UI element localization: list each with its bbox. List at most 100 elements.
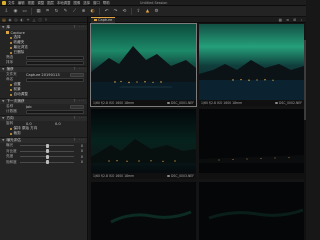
thumbnail[interactable]: 1/60 f/2.8 ISO 1600 18mm DSC_0002.NEF xyxy=(199,24,304,106)
thumbnail[interactable] xyxy=(199,109,304,179)
thumbnail[interactable]: 1/60 f/2.8 ISO 1600 18mm DSC_0001.NEF xyxy=(90,23,197,107)
folder-icon[interactable]: ▭ xyxy=(22,9,27,14)
toolbar-divider xyxy=(131,7,132,15)
browser-scrollbar[interactable] xyxy=(304,40,306,240)
folder-icon xyxy=(94,18,97,22)
thumbnail[interactable] xyxy=(91,182,196,240)
menu-select[interactable]: 选择 xyxy=(83,0,90,5)
saturation-slider[interactable]: 饱和度 0 xyxy=(0,160,87,166)
slider-value[interactable]: 0 xyxy=(76,155,83,159)
collapse-icon[interactable]: ▼ xyxy=(2,25,4,29)
thumbnail-exif: 1/60 f/2.8 ISO 1600 18mm xyxy=(93,101,135,105)
capture-option-label: 自动调整 xyxy=(13,92,28,96)
image-browser: Capture ▦ ≡ ⊞ ⌕ 1/60 f/2.8 ISO 1600 18mm… xyxy=(89,16,306,240)
collapse-icon[interactable]: ▼ xyxy=(2,116,4,120)
capture-tab-icon[interactable]: ◉ xyxy=(8,18,12,22)
orientation-value-b[interactable]: 0.0 xyxy=(55,122,84,126)
library-section-header[interactable]: ▼ 库 ? ··· xyxy=(0,23,87,30)
capture-name-field[interactable] xyxy=(26,77,84,82)
slider-value[interactable]: 0 xyxy=(76,149,83,153)
undo-icon[interactable]: ↶ xyxy=(104,9,109,14)
section-menu-icon[interactable]: ? ··· xyxy=(74,116,85,120)
redo-icon[interactable]: ↷ xyxy=(113,9,118,14)
lens-tab-icon[interactable]: ◎ xyxy=(14,18,18,22)
rotate-icon[interactable]: ↻ xyxy=(54,9,59,14)
option-icon xyxy=(10,83,12,86)
capture-option[interactable]: 自动调整 xyxy=(0,92,87,97)
crop-icon[interactable]: ⌗ xyxy=(45,9,50,14)
menu-window[interactable]: 窗口 xyxy=(93,0,100,5)
slider-track[interactable] xyxy=(20,154,74,159)
menu-local-adjust[interactable]: 本地调整 xyxy=(57,0,71,5)
import-icon[interactable]: ⇩ xyxy=(4,9,9,14)
brush-icon[interactable]: ✎ xyxy=(63,9,68,14)
orientation-option-label: 裁剪 xyxy=(13,131,21,135)
picker-icon[interactable]: ⊕ xyxy=(81,9,86,14)
option-icon xyxy=(10,93,12,96)
next-capture-edit-button[interactable] xyxy=(70,104,84,109)
settings-icon[interactable]: ⚙ xyxy=(154,9,159,14)
orientation-value-a[interactable]: 0.0 xyxy=(26,122,55,126)
menu-layer[interactable]: 图层 xyxy=(47,0,54,5)
menu-adjust[interactable]: 调整 xyxy=(37,0,44,5)
menu-view[interactable]: 视图 xyxy=(28,0,35,5)
output-tab-icon[interactable]: ⇪ xyxy=(44,18,48,22)
thumbnail[interactable]: 1/60 f/2.8 ISO 1600 18mm DSC_0003.NEF xyxy=(91,109,196,179)
thumbnail-meta: 1/60 f/2.8 ISO 1600 18mm DSC_0002.NEF xyxy=(199,100,304,106)
rating-icon[interactable] xyxy=(167,174,170,178)
rating-icon[interactable] xyxy=(275,101,278,105)
slider-track[interactable] xyxy=(20,149,74,154)
eyedropper-icon[interactable]: ⟋ xyxy=(72,9,77,14)
browser-tab-capture[interactable]: Capture xyxy=(91,16,116,23)
rating-icon[interactable] xyxy=(167,101,170,105)
browser-view-icons[interactable]: ▦ ≡ ⊞ ⌕ xyxy=(279,18,304,22)
section-menu-icon[interactable]: ? ··· xyxy=(74,67,85,71)
thumbnail-filename: DSC_0001.NEF xyxy=(171,101,194,105)
menu-edit[interactable]: 编辑 xyxy=(18,0,25,5)
thumbnail[interactable] xyxy=(199,182,304,240)
slider-value[interactable]: 0 xyxy=(76,160,83,164)
collapse-icon[interactable]: ▼ xyxy=(2,67,4,71)
metadata-tab-icon[interactable]: ⓘ xyxy=(38,18,42,22)
color-tab-icon[interactable]: ◐ xyxy=(20,18,24,22)
menu-image[interactable]: 图像 xyxy=(73,0,80,5)
exposure-tab-icon[interactable]: ☀ xyxy=(26,18,30,22)
slider-value[interactable]: 0 xyxy=(76,144,83,148)
slider-knob[interactable] xyxy=(45,154,49,159)
section-menu-icon[interactable]: ? ··· xyxy=(74,138,85,142)
orientation-option[interactable]: 裁剪 xyxy=(0,131,87,136)
exposure-section-header[interactable]: ▼ 曝光评估 ? ··· xyxy=(0,136,87,143)
next-capture-counter-field[interactable] xyxy=(26,109,84,114)
menu-help[interactable]: 帮助 xyxy=(103,0,110,5)
color-icon[interactable]: ◐ xyxy=(90,9,95,14)
camera-icon[interactable]: ◉ xyxy=(13,9,18,14)
share-icon[interactable]: ▲ xyxy=(145,9,150,14)
filter-field[interactable] xyxy=(26,55,84,60)
tool-tabs: ▤ ◉ ◎ ◐ ☀ △ ⓘ ⇪ xyxy=(0,17,87,23)
section-menu-icon[interactable]: ? ··· xyxy=(74,25,85,29)
sort-select[interactable] xyxy=(26,60,84,65)
capture-folder-button[interactable] xyxy=(70,72,84,77)
slider-knob[interactable] xyxy=(45,160,49,165)
option-icon xyxy=(10,132,12,135)
section-menu-icon[interactable]: ? ··· xyxy=(74,99,85,103)
slider-knob[interactable] xyxy=(45,143,49,148)
export-icon[interactable]: ⇪ xyxy=(136,9,141,14)
slider-track[interactable] xyxy=(20,160,74,165)
slider-track[interactable] xyxy=(20,143,74,148)
scrollbar-thumb[interactable] xyxy=(304,40,306,120)
grid-icon[interactable]: ▦ xyxy=(36,9,41,14)
sort-row: 排序 xyxy=(0,60,87,65)
section-title: 方向 xyxy=(6,115,14,120)
library-tab-icon[interactable]: ▤ xyxy=(2,18,6,22)
collapse-icon[interactable]: ▼ xyxy=(2,138,4,142)
menu-file[interactable]: 文件 xyxy=(8,0,15,5)
slider-knob[interactable] xyxy=(45,149,49,154)
collapse-icon[interactable]: ▼ xyxy=(2,99,4,103)
next-capture-name-value[interactable]: Job xyxy=(26,105,68,109)
reset-icon[interactable]: ⟲ xyxy=(122,9,127,14)
capture-folder-value[interactable]: Capture 20190113 xyxy=(26,73,68,77)
night-photo-4 xyxy=(199,109,304,173)
next-capture-counter-label: 计数器 xyxy=(6,109,17,113)
detail-tab-icon[interactable]: △ xyxy=(32,18,36,22)
